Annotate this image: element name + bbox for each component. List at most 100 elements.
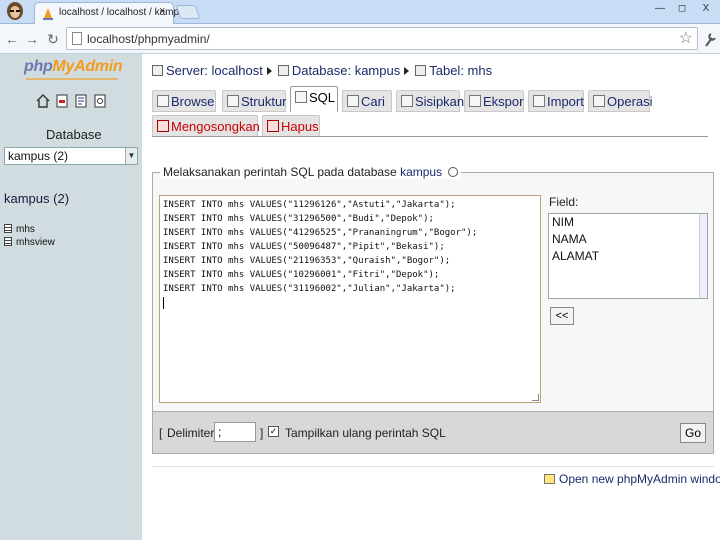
- field-option-nim[interactable]: NIM: [549, 214, 707, 231]
- insert-field-button[interactable]: <<: [550, 307, 574, 325]
- left-navigation-panel: phpMyAdmin Database kampus (2) ▼ kampus …: [0, 54, 142, 540]
- logout-icon[interactable]: [55, 94, 69, 108]
- new-window-icon: [544, 474, 555, 484]
- bookmark-star-icon[interactable]: ☆: [679, 28, 693, 48]
- database-select[interactable]: kampus (2) ▼: [4, 147, 138, 165]
- delimiter-input[interactable]: ;: [214, 422, 256, 442]
- sql-line: INSERT INTO mhs VALUES("31296500","Budi"…: [163, 214, 434, 224]
- browser-toolbar: ← → ↻ localhost/phpmyadmin/ ☆: [0, 24, 720, 54]
- sql-icon: [295, 91, 307, 103]
- database-label: Database: [46, 127, 102, 142]
- address-bar[interactable]: localhost/phpmyadmin/ ☆: [66, 27, 698, 50]
- query-options-bar: [ Delimiter ; ] ✓ Tampilkan ulang perint…: [152, 412, 714, 454]
- go-button[interactable]: Go: [680, 423, 706, 443]
- forward-icon[interactable]: →: [22, 29, 42, 49]
- close-window-button[interactable]: X: [696, 2, 716, 16]
- sql-line: INSERT INTO mhs VALUES("10296001","Fitri…: [163, 270, 440, 280]
- wrench-icon[interactable]: [702, 30, 718, 48]
- tab-label: Hapus: [281, 119, 319, 134]
- breadcrumb-database[interactable]: Database: kampus: [292, 63, 400, 78]
- search-icon: [347, 95, 359, 107]
- tab-ekspor[interactable]: Ekspor: [464, 90, 524, 112]
- tab-operasi[interactable]: Operasi: [588, 90, 653, 112]
- sql-line: INSERT INTO mhs VALUES("41296525","Prana…: [163, 228, 478, 238]
- tab-hapus[interactable]: Hapus: [262, 115, 320, 137]
- bracket-open: [: [159, 426, 163, 440]
- sql-query-textarea[interactable]: INSERT INTO mhs VALUES("11296126","Astut…: [159, 195, 541, 403]
- insert-icon: [401, 95, 413, 107]
- field-option-alamat[interactable]: ALAMAT: [549, 248, 707, 265]
- tab-label: Struktur: [241, 94, 287, 109]
- phpmyadmin-logo[interactable]: phpMyAdmin: [24, 58, 123, 76]
- field-option-nama[interactable]: NAMA: [549, 231, 707, 248]
- main-content: Server: localhost Database: kampus Tabel: …: [142, 54, 720, 540]
- home-icon[interactable]: [36, 94, 50, 108]
- table-icon: [415, 65, 427, 76]
- tab-label: Mengosongkan: [171, 119, 260, 134]
- database-select-value: kampus (2): [8, 149, 69, 163]
- open-window-label: Open new phpMyAdmin window: [559, 472, 720, 486]
- tab-import[interactable]: Import: [528, 90, 584, 112]
- page-icon: [72, 32, 82, 45]
- docs-icon[interactable]: [93, 94, 107, 108]
- back-icon[interactable]: ←: [2, 29, 22, 49]
- browser-profile-icon: [7, 2, 23, 20]
- restore-button[interactable]: ◻: [672, 2, 692, 16]
- tab-sql[interactable]: SQL: [290, 86, 338, 112]
- sidebar-table-mhs[interactable]: mhs: [4, 224, 35, 236]
- sql-line: INSERT INTO mhs VALUES("11296126","Astut…: [163, 200, 456, 210]
- browser-tabstrip: localhost / localhost / kampus × — ◻ X: [0, 0, 720, 24]
- delimiter-label: Delimiter: [167, 426, 215, 440]
- tab-label: Operasi: [607, 94, 653, 109]
- browse-icon: [157, 95, 169, 107]
- logo-underline: [26, 78, 118, 80]
- bracket-close: ]: [260, 426, 264, 440]
- database-heading-link[interactable]: kampus (2): [4, 191, 69, 206]
- show-query-label[interactable]: Tampilkan ulang perintah SQL: [285, 426, 446, 440]
- text-caret: [163, 297, 164, 309]
- tab-title: localhost / localhost / kampus: [59, 7, 190, 18]
- legend-database-link[interactable]: kampus: [400, 165, 442, 179]
- minimize-button[interactable]: —: [650, 2, 670, 16]
- tab-close-icon[interactable]: ×: [159, 5, 165, 17]
- table-name: mhsview: [16, 237, 55, 248]
- new-tab-button[interactable]: [175, 5, 201, 19]
- drop-table-icon: [267, 120, 279, 132]
- tab-browse[interactable]: Browse: [152, 90, 216, 112]
- logo-my: My: [52, 58, 75, 75]
- breadcrumb-table[interactable]: Tabel: mhs: [429, 63, 492, 78]
- breadcrumb-server[interactable]: Server: localhost: [166, 63, 263, 78]
- table-name: mhs: [16, 224, 35, 235]
- tab-label: SQL: [309, 90, 336, 105]
- tab-cari[interactable]: Cari: [342, 90, 392, 112]
- structure-icon: [227, 95, 239, 107]
- show-query-checkbox[interactable]: ✓: [268, 426, 279, 437]
- sql-query-fieldset: Melaksanakan perintah SQL pada database …: [152, 165, 714, 412]
- sql-line: INSERT INTO mhs VALUES("21196353","Qurai…: [163, 256, 451, 266]
- tab-mengosongkan[interactable]: Mengosongkan: [152, 115, 260, 137]
- chevron-down-icon: ▼: [125, 148, 137, 164]
- url-text: localhost/phpmyadmin/: [87, 32, 210, 46]
- bottom-divider: [152, 466, 714, 467]
- query-legend: Melaksanakan perintah SQL pada database …: [160, 165, 462, 179]
- sql-line: INSERT INTO mhs VALUES("50096487","Pipit…: [163, 242, 445, 252]
- sql-line: INSERT INTO mhs VALUES("31196002","Julia…: [163, 284, 456, 294]
- sql-query-icon[interactable]: [74, 94, 88, 108]
- tab-label: Import: [547, 94, 584, 109]
- tab-struktur[interactable]: Struktur: [222, 90, 287, 112]
- tab-sisipkan[interactable]: Sisipkan: [396, 90, 464, 112]
- sidebar-table-mhsview[interactable]: mhsview: [4, 237, 55, 249]
- table-icon: [4, 224, 12, 233]
- field-listbox[interactable]: NIM NAMA ALAMAT: [548, 213, 708, 299]
- import-icon: [533, 95, 545, 107]
- pma-favicon-icon: [43, 8, 53, 20]
- reload-icon[interactable]: ↻: [43, 29, 63, 49]
- help-icon[interactable]: [448, 167, 459, 177]
- resize-grip-icon[interactable]: [532, 394, 539, 401]
- export-icon: [469, 95, 481, 107]
- operations-icon: [593, 95, 605, 107]
- field-list-scrollbar[interactable]: [699, 214, 707, 298]
- logo-php: php: [24, 58, 53, 75]
- browser-tab[interactable]: localhost / localhost / kampus ×: [34, 2, 190, 24]
- open-new-window-link[interactable]: Open new phpMyAdmin window: [544, 472, 720, 486]
